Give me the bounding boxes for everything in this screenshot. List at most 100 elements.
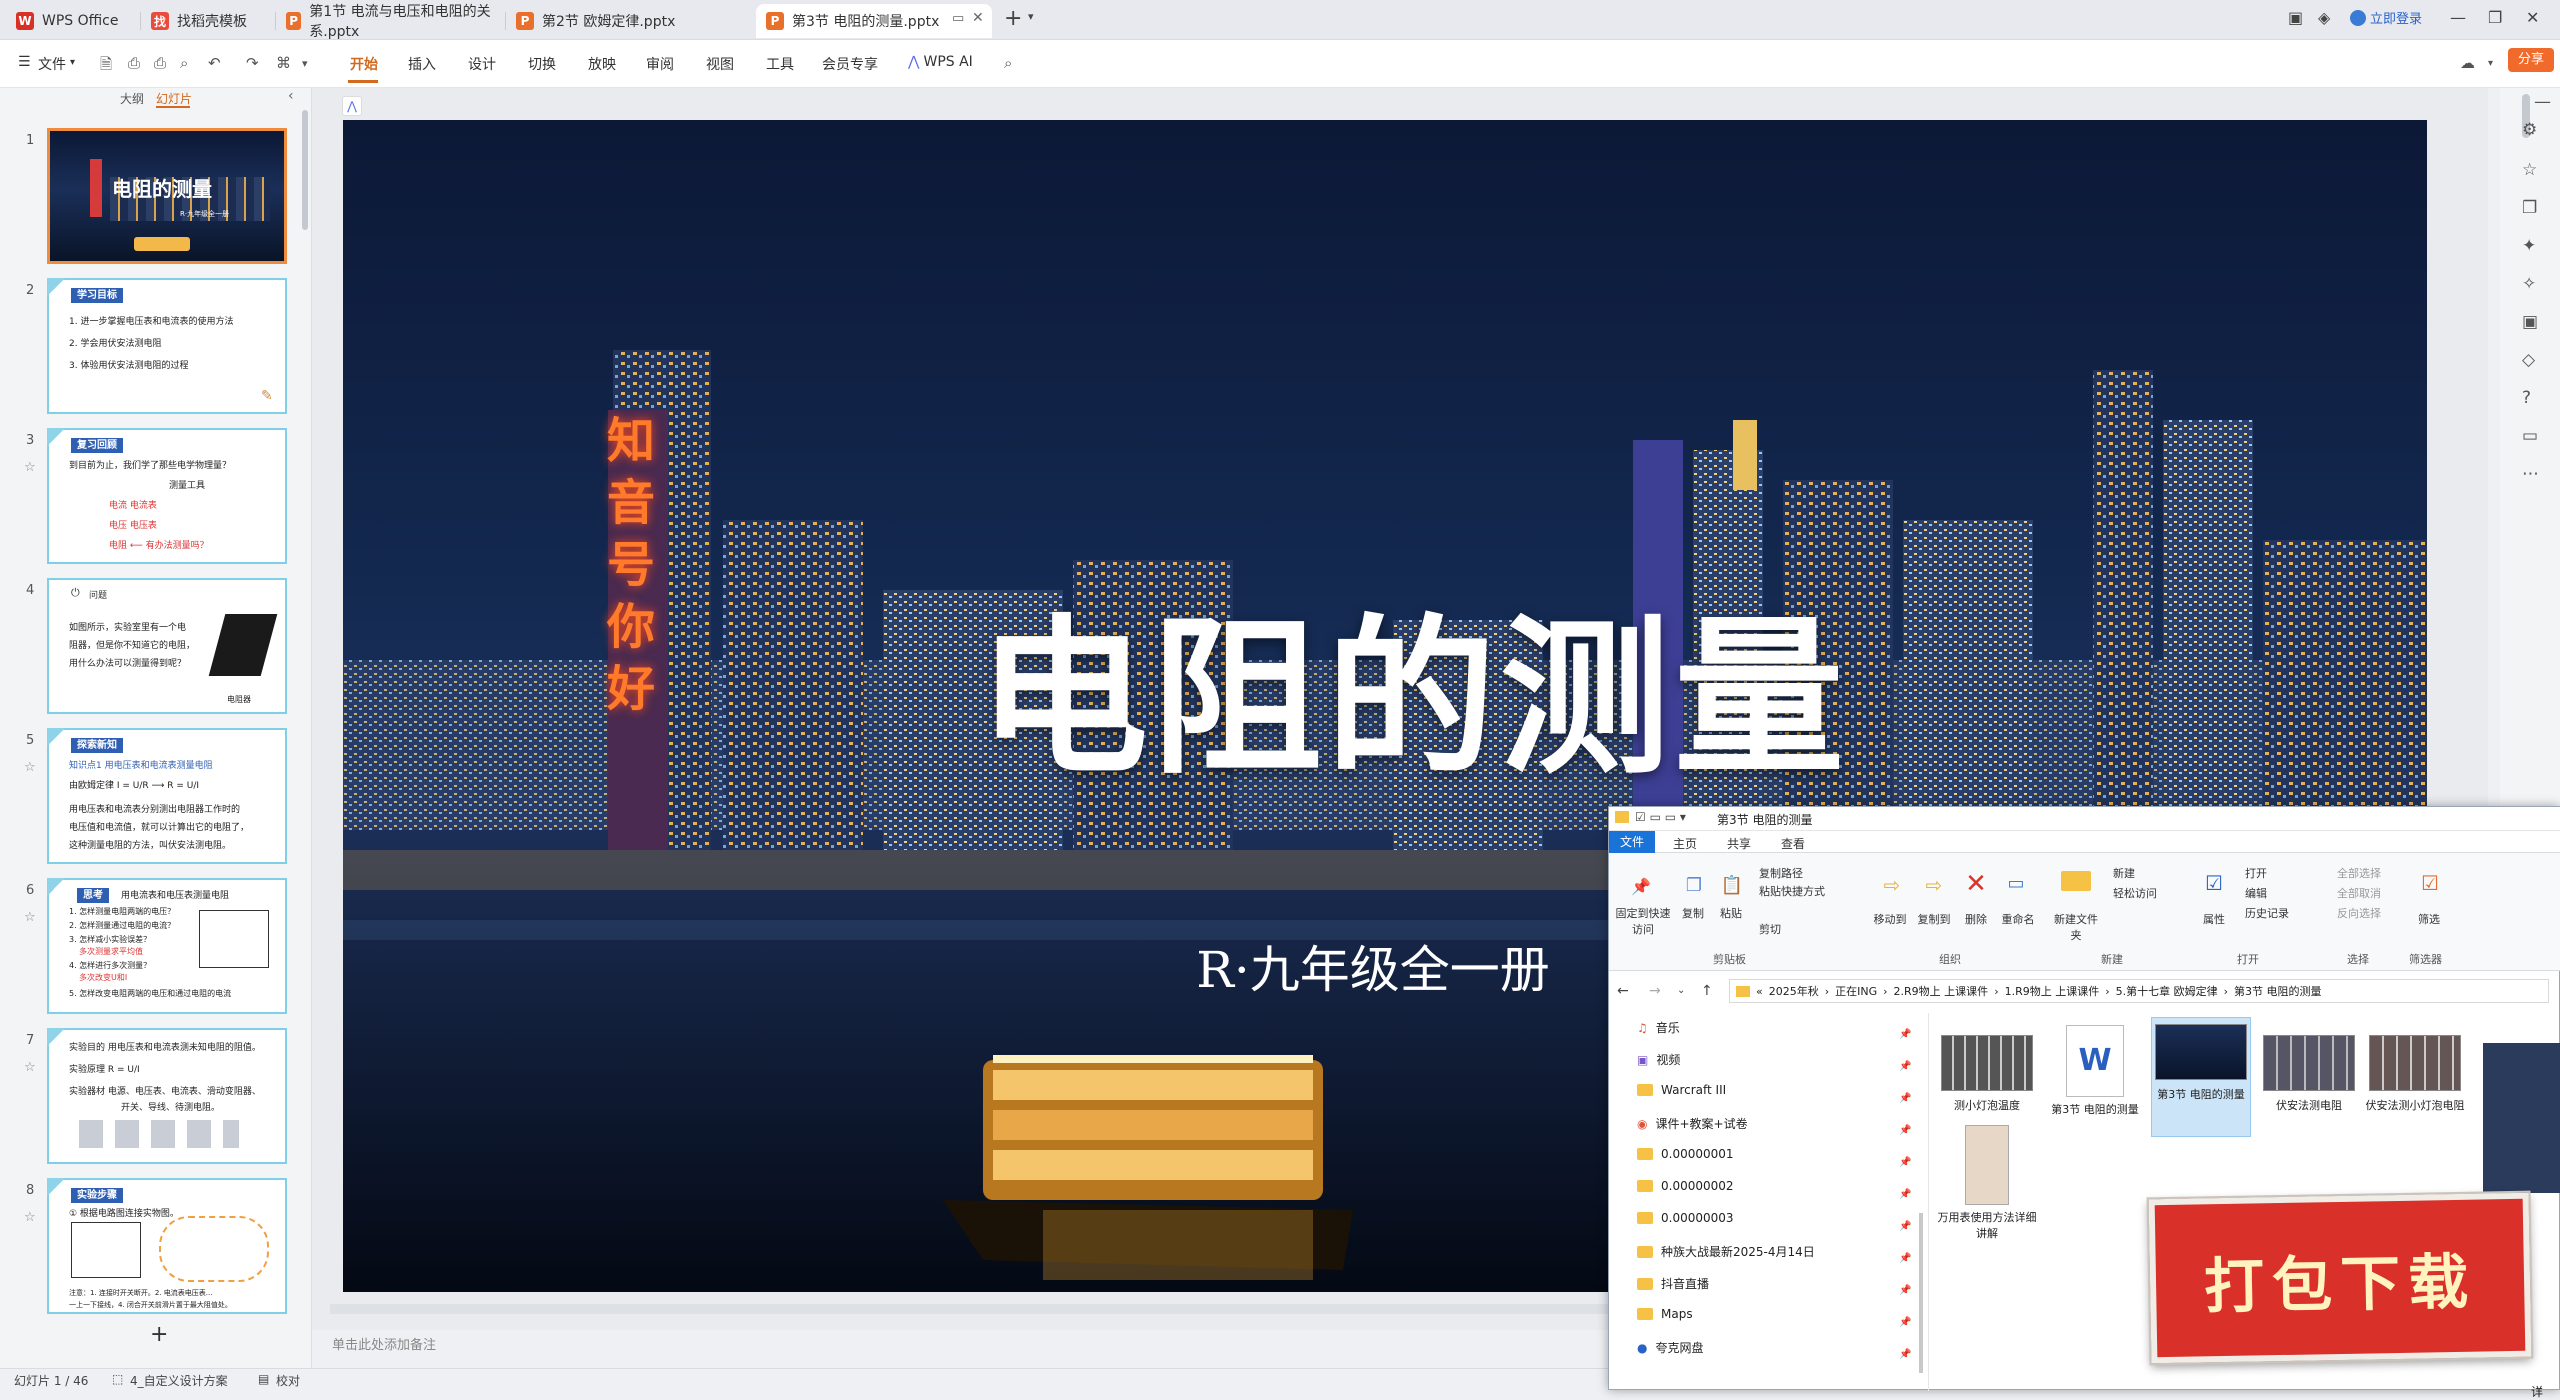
copy-icon[interactable]: ❐ <box>2522 198 2537 218</box>
image-icon[interactable]: ▣ <box>2522 312 2538 332</box>
slide-thumbnail-8[interactable]: 实验步骤 ① 根据电路图连接实物图。 注意：1. 连接时开关断开。2. 电流表电… <box>47 1178 287 1314</box>
download-package-banner[interactable]: 打包下载 <box>2146 1190 2534 1366</box>
menu-slideshow[interactable]: 放映 <box>588 54 616 74</box>
ai-assist-icon[interactable]: ⋀ <box>342 96 362 116</box>
layout-icon[interactable]: ▣ <box>2288 8 2303 27</box>
login-button[interactable]: 立即登录 <box>2350 8 2422 27</box>
adjust-icon[interactable]: ⚙ <box>2522 120 2537 140</box>
add-slide-icon[interactable]: + <box>150 1322 168 1347</box>
nav-scrollbar[interactable] <box>1919 1213 1923 1373</box>
tab-pptx-2[interactable]: P 第2节 欧姆定律.pptx <box>506 4 756 38</box>
theme-name[interactable]: 4_自定义设计方案 <box>130 1372 228 1389</box>
breadcrumb-item[interactable]: 1.R9物上 上课课件 <box>2005 983 2100 999</box>
file-item-video[interactable]: 伏安法测电阻 <box>2259 1035 2359 1113</box>
nav-item-music[interactable]: ♫ 音乐 <box>1637 1019 1680 1036</box>
menu-insert[interactable]: 插入 <box>408 54 436 74</box>
breadcrumb-item[interactable]: « <box>1756 985 1763 998</box>
panel-scrollbar[interactable] <box>302 110 308 230</box>
proof-button[interactable]: 校对 <box>276 1372 300 1389</box>
tab-pptx-1[interactable]: P 第1节 电流与电压和电阻的关系.pptx <box>276 4 506 40</box>
file-item-pptx-selected[interactable]: 第3节 电阻的测量 <box>2151 1017 2251 1137</box>
menu-home[interactable]: 开始 <box>350 54 378 74</box>
nav-item-folder[interactable]: 0.00000001 <box>1637 1147 1734 1161</box>
chevron-down-icon[interactable]: ▾ <box>1028 10 1034 23</box>
ribbon-tab-home[interactable]: 主页 <box>1673 835 1697 852</box>
delete-button[interactable]: 删除 <box>1959 911 1993 927</box>
slide-thumbnail-2[interactable]: 学习目标 1. 进一步掌握电压表和电流表的使用方法 2. 学会用伏安法测电阻 3… <box>47 278 287 414</box>
breadcrumb-item[interactable]: 正在ING <box>1835 983 1877 999</box>
breadcrumb-item[interactable]: 2.R9物上 上课课件 <box>1894 983 1989 999</box>
file-item-video[interactable]: 测小灯泡温度 <box>1937 1035 2037 1113</box>
history-button[interactable]: 历史记录 <box>2245 905 2289 921</box>
menu-tools[interactable]: 工具 <box>766 54 794 74</box>
cloud-icon[interactable]: ☁ <box>2460 54 2475 72</box>
star-icon[interactable]: ☆ <box>2522 160 2537 180</box>
help-icon[interactable]: ? <box>2522 388 2531 408</box>
new-tab-icon[interactable]: + <box>1004 6 1022 31</box>
menu-view[interactable]: 视图 <box>706 54 734 74</box>
chevron-down-icon[interactable]: ▾ <box>2488 58 2493 69</box>
slide-thumbnail-3[interactable]: 复习回顾 到目前为止，我们学了那些电学物理量？ 测量工具 电流 电流表 电压 电… <box>47 428 287 564</box>
close-window-icon[interactable]: ✕ <box>2526 8 2539 27</box>
select-all-button[interactable]: 全部选择 <box>2337 865 2381 881</box>
slides-tab[interactable]: 幻灯片 <box>156 90 192 107</box>
new-item-button[interactable]: 新建 <box>2113 865 2135 881</box>
preview-icon[interactable]: ⌕ <box>180 54 188 72</box>
back-icon[interactable]: ← <box>1617 983 1629 999</box>
open-button[interactable]: 打开 <box>2245 865 2267 881</box>
easy-access-button[interactable]: 轻松访问 <box>2113 885 2157 901</box>
slide-subtitle[interactable]: R·九年级全一册 <box>1123 930 1623 1002</box>
move-to-button[interactable]: 移动到 <box>1867 911 1913 927</box>
copy-path-button[interactable]: 复制路径 <box>1759 865 1803 881</box>
menu-transition[interactable]: 切换 <box>528 54 556 74</box>
filter-button[interactable]: 筛选 <box>2411 911 2447 927</box>
redo-icon[interactable]: ↷ <box>246 54 259 72</box>
format-painter-icon[interactable]: ⌘ <box>276 54 291 72</box>
undo-icon[interactable]: ↶ <box>208 54 221 72</box>
menu-wps-ai[interactable]: ⋀ WPS AI <box>908 54 973 70</box>
paste-shortcut-button[interactable]: 粘贴快捷方式 <box>1759 883 1825 899</box>
window-icon[interactable]: ▭ <box>952 11 964 26</box>
copy-to-button[interactable]: 复制到 <box>1911 911 1957 927</box>
rename-button[interactable]: 重命名 <box>1997 911 2039 927</box>
nav-item-video[interactable]: ▣ 视频 <box>1637 1051 1680 1068</box>
nav-item-quark[interactable]: ● 夸克网盘 <box>1637 1339 1704 1356</box>
chevron-down-icon[interactable]: ▾ <box>302 57 308 70</box>
star-icon[interactable]: ☆ <box>24 910 36 925</box>
nav-item-folder[interactable]: Warcraft III <box>1637 1083 1726 1097</box>
select-none-button[interactable]: 全部取消 <box>2337 885 2381 901</box>
slide-thumbnail-5[interactable]: 探索新知 知识点1 用电压表和电流表测量电阻 由欧姆定律 I = U/R ⟶ R… <box>47 728 287 864</box>
qat-icons[interactable]: ☑ ▭ ▭ ▾ <box>1635 810 1686 824</box>
tab-pptx-3-active[interactable]: P 第3节 电阻的测量.pptx ▭ ✕ <box>756 4 992 38</box>
properties-button[interactable]: 属性 <box>2195 911 2233 927</box>
file-item-word[interactable]: W 第3节 电阻的测量 <box>2045 1025 2145 1117</box>
breadcrumb-item[interactable]: 第3节 电阻的测量 <box>2234 983 2322 999</box>
menu-design[interactable]: 设计 <box>468 54 496 74</box>
new-folder-button[interactable]: 新建文件夹 <box>2053 911 2099 943</box>
invert-selection-button[interactable]: 反向选择 <box>2337 905 2381 921</box>
up-icon[interactable]: ↑ <box>1701 983 1713 999</box>
slide-thumbnail-1[interactable]: 电阻的测量 R·九年级全一册 <box>47 128 287 264</box>
nav-item-folder[interactable]: Maps <box>1637 1307 1693 1321</box>
minus-icon[interactable]: — <box>2534 92 2551 112</box>
edit-button[interactable]: 编辑 <box>2245 885 2267 901</box>
breadcrumb-item[interactable]: 5.第十七章 欧姆定律 <box>2116 983 2218 999</box>
cut-button[interactable]: 剪切 <box>1759 921 1781 937</box>
nav-item-folder[interactable]: 抖音直播 <box>1637 1275 1709 1292</box>
restore-icon[interactable]: ❐ <box>2488 8 2502 27</box>
pin-button[interactable]: 固定到快速访问 <box>1613 905 1673 937</box>
menu-review[interactable]: 审阅 <box>646 54 674 74</box>
shapes-icon[interactable]: ◇ <box>2522 350 2535 370</box>
slide-thumbnail-4[interactable]: ⏻ 问题 如图所示，实验室里有一个电 阻器，但是你不知道它的电阻， 用什么办法可… <box>47 578 287 714</box>
minimize-icon[interactable]: — <box>2450 8 2466 27</box>
star-icon[interactable]: ☆ <box>24 760 36 775</box>
star-icon[interactable]: ☆ <box>24 1210 36 1225</box>
search-icon[interactable]: ⌕ <box>1004 54 1012 72</box>
share-button[interactable]: 分享 <box>2508 48 2554 72</box>
file-menu[interactable]: 文件 <box>38 54 66 74</box>
close-tab-icon[interactable]: ✕ <box>972 10 984 26</box>
animation-icon[interactable]: ✧ <box>2522 274 2536 294</box>
outline-tab[interactable]: 大纲 <box>120 90 144 107</box>
tab-docer[interactable]: 找 找稻壳模板 <box>141 4 276 38</box>
breadcrumb-item[interactable]: 2025年秋 <box>1769 983 1819 999</box>
